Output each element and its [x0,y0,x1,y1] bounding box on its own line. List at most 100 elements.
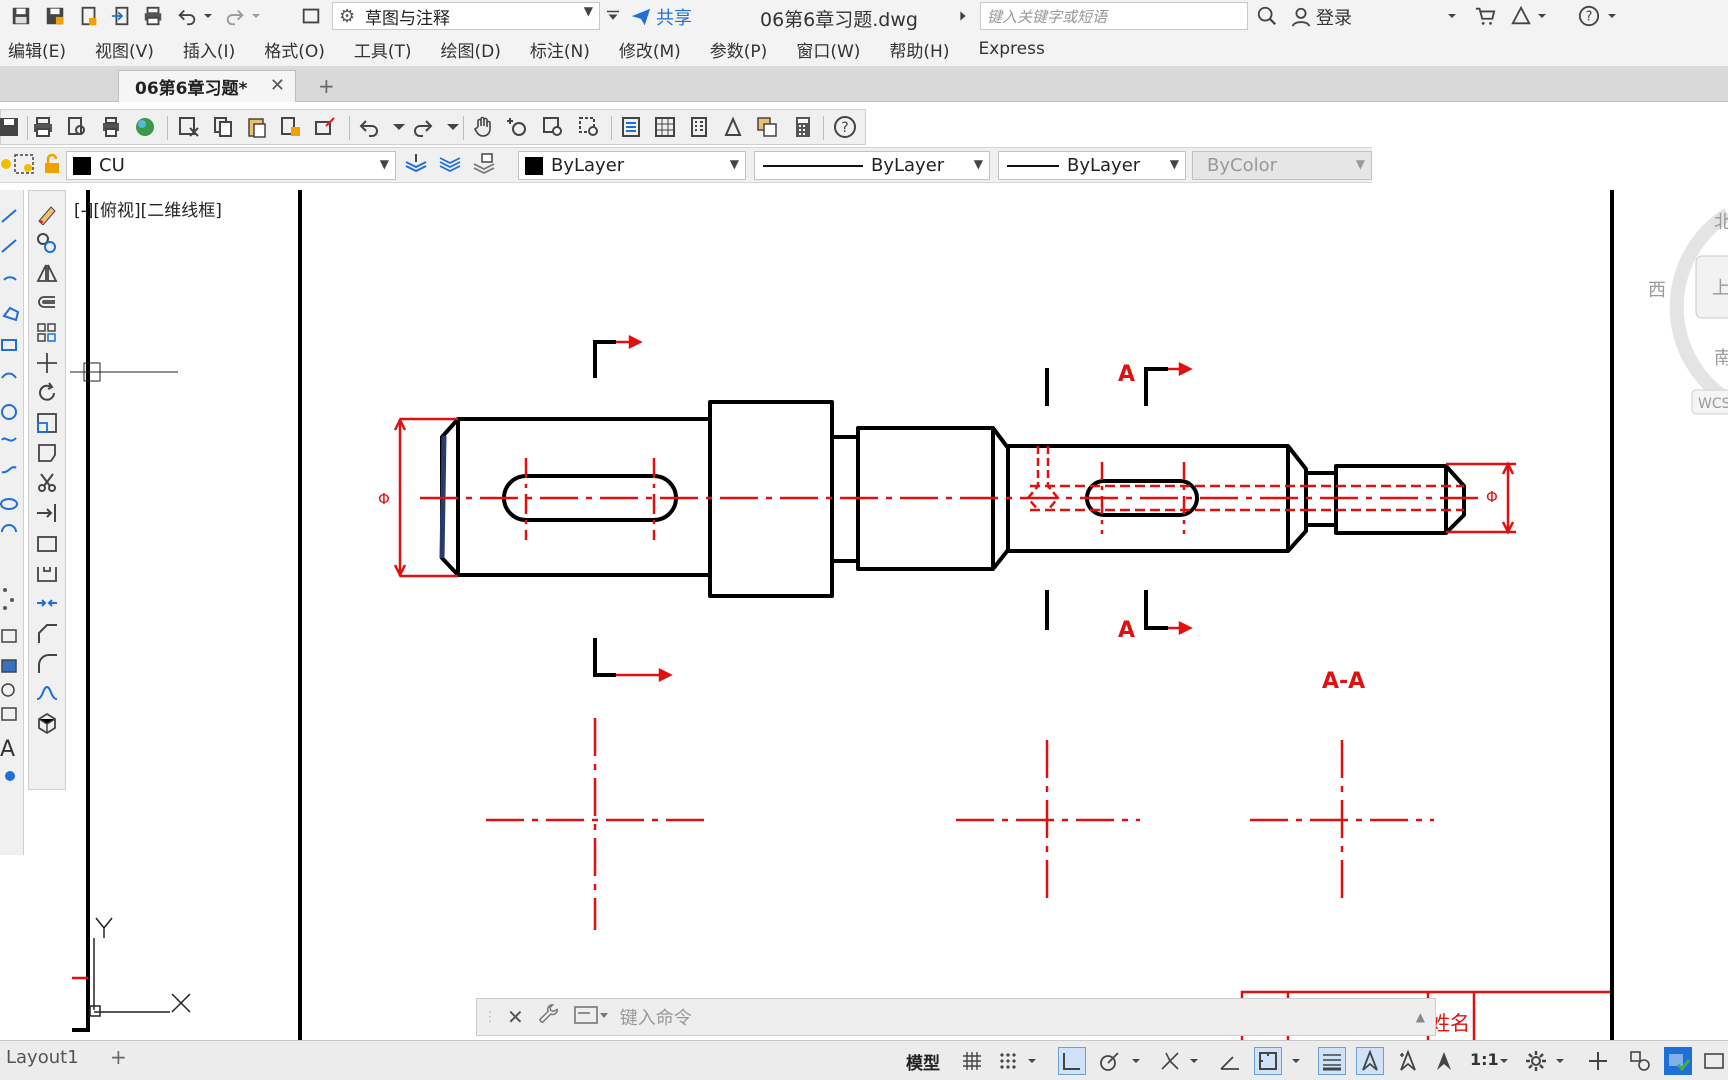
isometric-icon[interactable] [1156,1047,1184,1075]
close-icon[interactable]: ✕ [507,1005,524,1029]
properties-palette-icon[interactable] [619,115,645,141]
menu-tools[interactable]: 工具(T) [354,37,427,62]
menu-parametric[interactable]: 参数(P) [710,37,783,62]
expand-arrow-icon[interactable] [955,3,971,29]
save-icon[interactable] [8,3,34,29]
stretch-icon[interactable] [35,441,61,467]
login-button[interactable]: 登录 [1290,4,1352,30]
print-icon[interactable] [140,3,166,29]
redo-dropdown-icon[interactable] [248,3,264,29]
lineweight-display-icon[interactable] [1318,1047,1346,1075]
paste-icon[interactable] [245,115,271,141]
help-icon[interactable]: ? [1576,3,1602,29]
login-dropdown-icon[interactable] [1444,3,1460,29]
layer-freeze-icon[interactable] [12,152,38,178]
menu-window[interactable]: 窗口(W) [796,37,875,62]
auto-scale-icon[interactable] [1394,1047,1422,1075]
save-as-icon[interactable] [42,3,68,29]
layer-properties-icon[interactable] [438,152,464,178]
drag-handle-icon[interactable]: ⋮ [483,1009,497,1025]
annotation-scale-icon[interactable] [1430,1047,1458,1075]
copy-object-icon[interactable] [35,231,61,257]
viewcube-compass-icon[interactable]: 上 北 西 南 WCS [1640,200,1728,420]
search-icon[interactable] [1254,3,1280,29]
save-icon[interactable] [0,115,23,141]
autodesk-a360-icon[interactable] [1508,3,1534,29]
layer-previous-icon[interactable] [472,152,498,178]
import-icon[interactable] [108,3,134,29]
close-icon[interactable]: ✕ [270,75,285,96]
menu-view[interactable]: 视图(V) [95,37,169,62]
workspace-select[interactable]: ⚙ 草图与注释 ▼ [332,2,600,30]
tab-document[interactable]: 06第6章习题* ✕ [118,70,296,102]
extend-icon[interactable] [35,501,61,527]
move-icon[interactable] [35,351,61,377]
explode-icon[interactable] [35,711,61,737]
tab-layout1[interactable]: Layout1 [6,1047,79,1068]
command-input[interactable]: 键入命令 [620,1004,692,1030]
match-properties-icon[interactable] [279,115,305,141]
markup-icon[interactable] [755,115,781,141]
object-snap-icon[interactable] [1254,1047,1282,1075]
export-icon[interactable] [76,3,102,29]
menu-modify[interactable]: 修改(M) [619,37,696,62]
unlock-icon[interactable] [40,152,66,178]
cart-icon[interactable] [1472,3,1498,29]
add-layout-button[interactable]: + [110,1045,127,1069]
color-select[interactable]: ByLayer ▼ [518,151,746,180]
trim-icon[interactable] [35,471,61,497]
pan-icon[interactable] [471,115,497,141]
search-input[interactable]: 键入关键字或短语 [980,2,1248,30]
sheet-set-icon[interactable] [721,115,747,141]
redo-icon[interactable] [411,115,437,141]
mirror-icon[interactable] [35,261,61,287]
help-dropdown-icon[interactable] [1604,3,1620,29]
menu-dimension[interactable]: 标注(N) [530,37,605,62]
plot-preview-icon[interactable] [65,115,91,141]
chamfer-icon[interactable] [35,621,61,647]
menu-edit[interactable]: 编辑(E) [8,37,81,62]
block-editor-icon[interactable] [313,115,339,141]
blend-curves-icon[interactable] [35,681,61,707]
share-button[interactable]: 共享 [630,4,692,30]
redo-icon[interactable] [222,3,248,29]
menu-express[interactable]: Express [978,39,1059,59]
model-space-button[interactable]: 模型 [906,1049,940,1074]
polar-tracking-icon[interactable] [1096,1047,1124,1075]
zoom-previous-icon[interactable] [577,115,603,141]
grid-icon[interactable] [958,1047,986,1075]
isolate-objects-icon[interactable] [1626,1047,1654,1075]
calculator-icon[interactable] [791,115,817,141]
layer-select[interactable]: CU ▼ [66,151,396,180]
cut-icon[interactable] [177,115,203,141]
ortho-icon[interactable] [1058,1047,1086,1075]
wrench-icon[interactable] [538,1004,560,1030]
hardware-acceleration-icon[interactable] [1664,1047,1692,1075]
plotstyle-select[interactable]: ByColor ▼ [1192,151,1372,180]
drawing-svg[interactable]: A A A-A Φ Φ 学 姓名 [41,190,1728,1040]
isometric-dropdown-icon[interactable] [1186,1047,1202,1075]
undo-dropdown-icon[interactable] [200,3,216,29]
scale-icon[interactable] [35,411,61,437]
redo-dropdown-icon[interactable] [441,115,459,141]
menu-insert[interactable]: 插入(I) [183,37,250,62]
gear-icon[interactable] [1522,1047,1550,1075]
menu-format[interactable]: 格式(O) [264,37,340,62]
rotate-icon[interactable] [35,381,61,407]
zoom-window-icon[interactable] [541,115,567,141]
new-sheet-icon[interactable] [298,3,324,29]
workspace-dropdown-icon[interactable] [1552,1047,1568,1075]
drawing-canvas[interactable]: A A A-A Φ Φ 学 姓名 [41,190,1728,1040]
fillet-icon[interactable] [35,651,61,677]
offset-icon[interactable] [35,291,61,317]
command-history-icon[interactable] [573,1004,608,1030]
lineweight-select[interactable]: ByLayer ▼ [998,151,1186,180]
break-at-point-icon[interactable] [35,531,61,557]
undo-icon[interactable] [357,115,383,141]
linetype-select[interactable]: ByLayer ▼ [754,151,990,180]
scale-dropdown-icon[interactable] [1496,1047,1512,1075]
plus-icon[interactable] [1584,1047,1612,1075]
undo-icon[interactable] [174,3,200,29]
zoom-realtime-icon[interactable] [505,115,531,141]
undo-dropdown-icon[interactable] [387,115,405,141]
